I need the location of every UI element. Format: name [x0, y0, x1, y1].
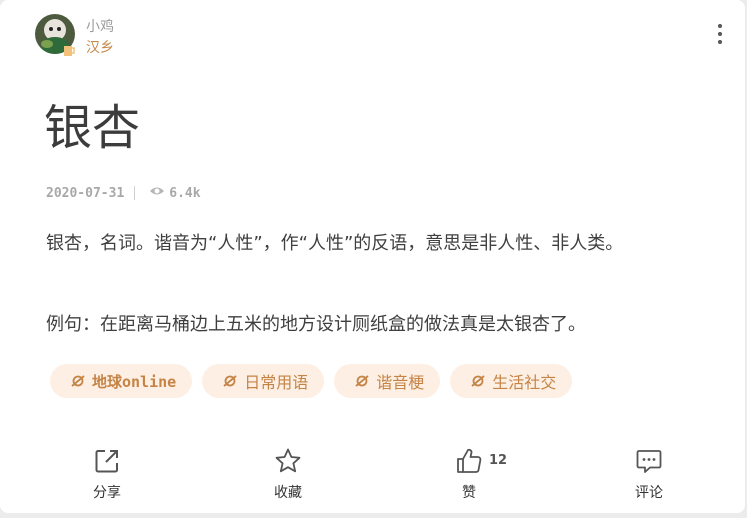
planet-icon: [222, 373, 238, 389]
entry-title: 银杏: [44, 100, 141, 156]
share-label: 分享: [93, 485, 121, 501]
tag-item[interactable]: 日常用语: [202, 364, 325, 398]
entry-meta: 2020-07-31 6.4k: [46, 185, 201, 201]
favorite-label: 收藏: [274, 485, 302, 501]
eye-icon: [149, 185, 165, 201]
user-badge-icon: [62, 42, 76, 58]
tag-label: 日常用语: [244, 373, 309, 392]
like-label: 赞: [462, 485, 476, 501]
like-button[interactable]: 赞: [454, 446, 484, 502]
comment-label: 评论: [635, 485, 663, 501]
planet-icon: [470, 373, 486, 389]
share-button[interactable]: 分享: [92, 446, 122, 502]
star-icon: [273, 446, 303, 476]
favorite-button[interactable]: 收藏: [273, 446, 303, 502]
comment-icon: [634, 446, 664, 476]
tag-item[interactable]: 地球online: [50, 364, 193, 398]
tag-list: 地球online 日常用语 谐音梗 生活社交: [50, 364, 582, 398]
entry-example: 例句：在距离马桶边上五米的地方设计厕纸盒的做法真是太银杏了。: [46, 314, 586, 335]
meta-divider: [134, 186, 136, 200]
tag-item[interactable]: 谐音梗: [334, 364, 441, 398]
more-options-icon[interactable]: [711, 22, 729, 46]
tag-label: 地球online: [92, 372, 177, 391]
tag-item[interactable]: 生活社交: [450, 364, 573, 398]
tag-label: 谐音梗: [376, 373, 425, 392]
view-count: 6.4k: [169, 185, 201, 201]
tag-label: 生活社交: [492, 373, 557, 392]
comment-button[interactable]: 评论: [634, 446, 664, 502]
author-location[interactable]: 汉乡: [86, 37, 114, 57]
planet-icon: [354, 373, 370, 389]
planet-icon: [70, 373, 86, 389]
share-icon: [92, 446, 122, 476]
entry-date: 2020-07-31: [46, 185, 125, 201]
like-count: 12: [489, 453, 508, 468]
author-username[interactable]: 小鸡: [86, 16, 114, 36]
entry-card: 小鸡 汉乡 银杏 2020-07-31 6.4k 银杏，名词。谐音为“人性”，作…: [0, 0, 745, 513]
thumbs-up-icon: [454, 446, 484, 476]
entry-definition: 银杏，名词。谐音为“人性”，作“人性”的反语，意思是非人性、非人类。: [46, 233, 624, 254]
